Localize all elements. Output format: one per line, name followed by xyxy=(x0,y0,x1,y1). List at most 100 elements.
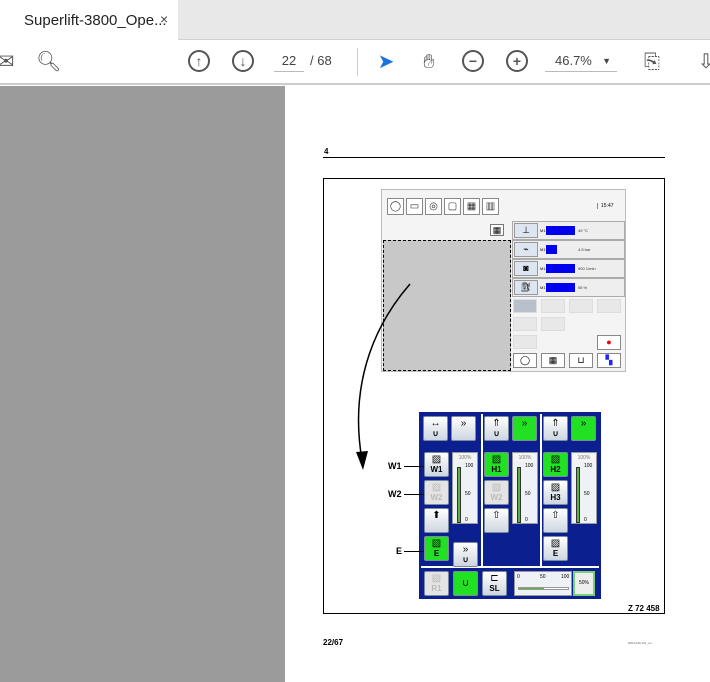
tank-icon: ▦ xyxy=(463,198,480,215)
oil-pressure-row: ⌁ M1 4.5 bar xyxy=(512,240,625,259)
hoist-button: ⇑ ∪ xyxy=(543,416,568,441)
slewing-button: ↔ ∪ xyxy=(423,416,448,441)
page-total: / 68 xyxy=(310,53,332,68)
leader-line xyxy=(404,494,424,495)
mail-icon[interactable]: ✉ xyxy=(0,50,18,74)
figure-id: Z 72 458 xyxy=(628,604,660,613)
e-button: ▨ E xyxy=(424,536,449,561)
row-label: M1 xyxy=(540,266,546,271)
oil-can-icon: ⌁ xyxy=(514,242,538,257)
filter-icon: ▭ xyxy=(406,198,423,215)
page-up-icon[interactable]: ↑ xyxy=(188,50,210,72)
close-tab-button[interactable]: × xyxy=(160,11,168,27)
tab-title: Superlift-3800_Ope... xyxy=(24,12,167,29)
level-bar xyxy=(546,226,575,235)
leader-line xyxy=(404,551,424,552)
header-rule xyxy=(323,157,665,158)
row-value: 4.5 bar xyxy=(578,247,591,252)
gauge: 100% 100 50 0 xyxy=(512,452,538,524)
fuel-row: ⛽︎ M1 55 % xyxy=(512,278,625,297)
w1-button: ▨ W1 xyxy=(424,452,449,477)
tab-bar: Superlift-3800_Ope... × xyxy=(0,0,710,40)
h2-button: ▨ H2 xyxy=(543,452,568,477)
page-down-icon[interactable]: ↓ xyxy=(232,50,254,72)
lift-icon: ⊔ xyxy=(569,353,593,368)
fit-page-icon[interactable]: ⎘ xyxy=(640,50,664,74)
level-bar xyxy=(546,283,575,292)
callout-w1: W1 xyxy=(388,461,402,471)
engine-icon: ◯ xyxy=(513,353,537,368)
row-value: 55 % xyxy=(578,285,588,290)
gauge: 100% 100 50 0 xyxy=(452,452,478,524)
fast-button: » xyxy=(512,416,537,441)
inactive-button xyxy=(541,299,565,313)
inactive-button xyxy=(513,335,537,349)
leader-line xyxy=(404,466,424,467)
hoist-button: ⇑ ∪ xyxy=(484,416,509,441)
zoom-value: 46.7% xyxy=(555,53,592,68)
engine-icon: ◯ xyxy=(387,198,404,215)
settings-icon: ▚ xyxy=(597,353,621,368)
machine-icon: ▦ xyxy=(541,353,565,368)
page-number-input[interactable]: 22 xyxy=(274,50,304,72)
clock: 15:47 xyxy=(597,203,614,209)
pump-icon: ⇧ xyxy=(484,508,509,533)
inactive-button xyxy=(513,317,537,331)
h3-button: ▨ H3 xyxy=(543,480,568,505)
grid-icon: ▦ xyxy=(490,224,504,236)
row-value: 49 °C xyxy=(578,228,589,233)
w2-button: ▨ W2 xyxy=(484,480,509,505)
fast-button: » xyxy=(571,416,596,441)
select-pointer-icon[interactable]: ➤ xyxy=(374,50,398,74)
temperature-row: ⊥ M1 49 °C xyxy=(512,221,625,240)
callout-e: E xyxy=(396,546,403,556)
fast-button: » xyxy=(451,416,476,441)
row-label: M1 xyxy=(540,247,546,252)
arrow-icon xyxy=(356,283,411,470)
control-panel-figure: ↔ ∪ » ⇑ ∪ » ⇑ ∪ » ▨ W1 ▨ W2 ⬆ ▨ E » ∪ 100% 100 50… xyxy=(419,412,601,599)
document-code: 008-1040-101_en xyxy=(628,641,652,645)
zoom-select[interactable]: 46.7% ▼ xyxy=(545,50,617,72)
w2-button: ▨ W2 xyxy=(424,480,449,505)
engine-icon: ◎ xyxy=(425,198,442,215)
engine-speed-row: ◙ M1 900 1/min xyxy=(512,259,625,278)
hand-icon[interactable]: ✋︎ xyxy=(417,50,441,74)
percent-value: 50% xyxy=(573,571,595,596)
document-tab[interactable]: Superlift-3800_Ope... × xyxy=(0,0,178,40)
chapter-number: 4 xyxy=(324,147,329,156)
chevron-down-icon: ▼ xyxy=(602,56,611,66)
zoom-out-icon[interactable]: − xyxy=(462,50,484,72)
inactive-button xyxy=(513,299,537,313)
h1-button: ▨ H1 xyxy=(484,452,509,477)
row-label: M1 xyxy=(540,228,546,233)
inactive-button xyxy=(541,317,565,331)
temperature-icon: ⊥ xyxy=(514,223,538,238)
rotate-button: » ∪ xyxy=(453,542,478,567)
e-button: ▨ E xyxy=(543,536,568,561)
zoom-in-icon[interactable]: + xyxy=(506,50,528,72)
inactive-button xyxy=(597,299,621,313)
row-value: 900 1/min xyxy=(578,266,596,271)
rotate-button: ∪ xyxy=(453,571,478,596)
page-footer-number: 22/67 xyxy=(323,638,344,647)
download-icon[interactable]: ⇩ xyxy=(694,50,710,74)
fuel-icon: ⛽︎ xyxy=(514,280,538,295)
toolbar: ✉ 🔍︎ ↑ ↓ 22 / 68 ➤ ✋︎ − + 46.7% ▼ ⎘ ⇩ xyxy=(0,40,710,85)
search-icon[interactable]: 🔍︎ xyxy=(36,50,61,74)
viewer-background xyxy=(0,86,285,682)
row-label: M1 xyxy=(540,285,546,290)
divider xyxy=(357,48,358,76)
gauge: 100% 100 50 0 xyxy=(571,452,597,524)
callout-w2: W2 xyxy=(388,489,402,499)
pump-icon: ⇧ xyxy=(543,508,568,533)
oil-icon: ▢ xyxy=(444,198,461,215)
sl-button: ⊏ SL xyxy=(482,571,507,596)
level-bar xyxy=(546,264,575,273)
engine-icon: ◙ xyxy=(514,261,538,276)
pump-icon: ⬆ xyxy=(424,508,449,533)
r1-button: ▨ R1 xyxy=(424,571,449,596)
level-bar xyxy=(546,245,557,254)
inactive-button xyxy=(569,299,593,313)
alarm-icon: ● xyxy=(597,335,621,350)
hydraulic-icon: ▥ xyxy=(482,198,499,215)
